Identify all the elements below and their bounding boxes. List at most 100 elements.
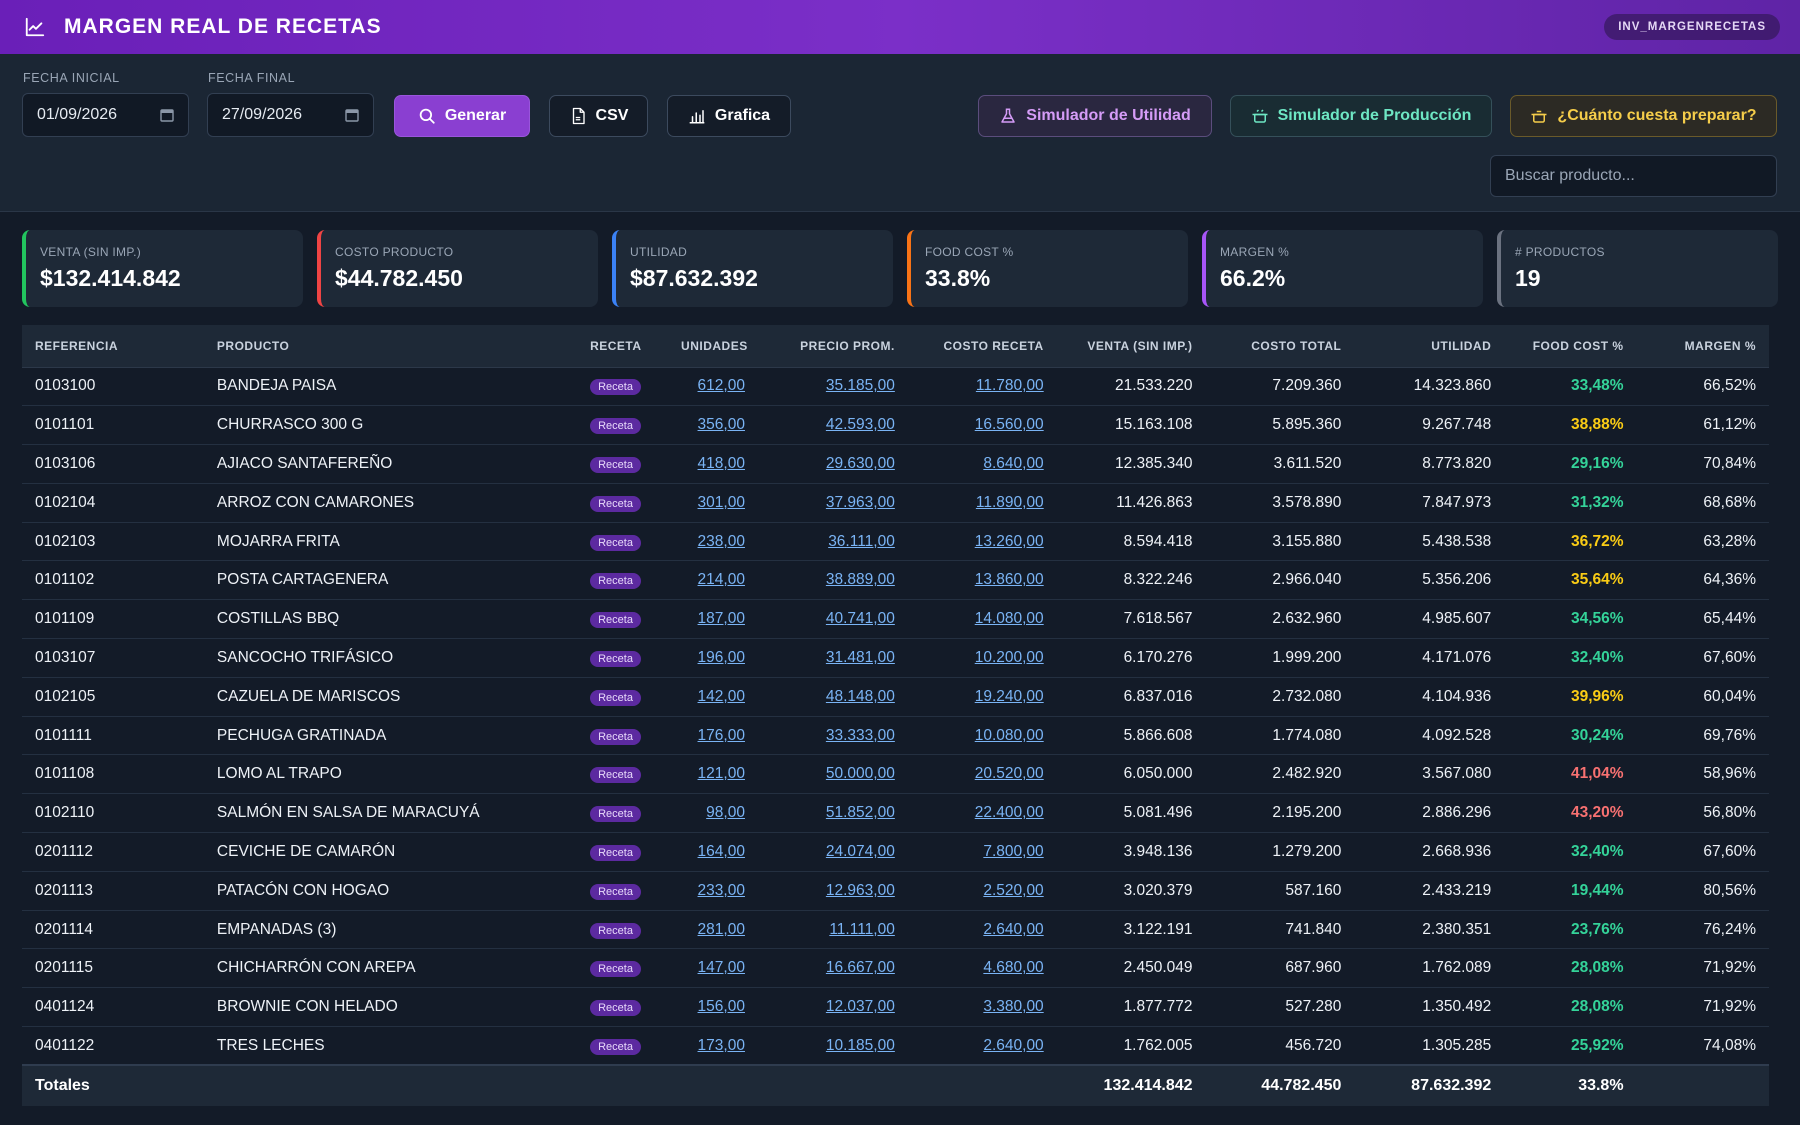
unidades-link[interactable]: 121,00 [698,765,745,782]
costo-receta-link[interactable]: 2.640,00 [983,1037,1043,1054]
costo-receta-link[interactable]: 13.260,00 [975,533,1044,550]
unidades-link[interactable]: 301,00 [698,494,745,511]
col-receta[interactable]: RECETA [577,325,669,368]
precio-link[interactable]: 11.111,00 [829,921,895,938]
costo-receta-link[interactable]: 14.080,00 [975,610,1044,627]
unidades-link[interactable]: 356,00 [698,416,745,433]
costo-receta-link[interactable]: 22.400,00 [975,804,1044,821]
col-referencia[interactable]: REFERENCIA [22,325,204,368]
unidades-link[interactable]: 98,00 [706,804,745,821]
precio-link[interactable]: 48.148,00 [826,688,895,705]
precio-link[interactable]: 29.630,00 [826,455,895,472]
receta-tag[interactable]: Receta [590,573,641,590]
unidades-link[interactable]: 156,00 [698,998,745,1015]
precio-link[interactable]: 36.111,00 [828,533,895,550]
csv-button[interactable]: CSV [549,95,648,137]
col-margen[interactable]: MARGEN % [1636,325,1769,368]
unidades-link[interactable]: 281,00 [698,921,745,938]
table-row[interactable]: 0101109 COSTILLAS BBQ Receta 187,00 40.741,0… [22,599,1769,640]
unidades-link[interactable]: 147,00 [698,959,745,976]
table-row[interactable]: 0103100 BANDEJA PAISA Receta 612,00 35.185,0… [22,367,1769,407]
receta-tag[interactable]: Receta [590,495,641,512]
unidades-link[interactable]: 173,00 [698,1037,745,1054]
precio-link[interactable]: 16.667,00 [826,959,895,976]
col-venta[interactable]: VENTA (SIN IMP.) [1056,325,1206,368]
costo-receta-link[interactable]: 7.800,00 [983,843,1043,860]
receta-tag[interactable]: Receta [590,767,641,784]
col-utilidad[interactable]: UTILIDAD [1354,325,1505,368]
precio-link[interactable]: 50.000,00 [826,765,895,782]
costo-receta-link[interactable]: 11.780,00 [976,377,1044,394]
receta-tag[interactable]: Receta [590,922,641,939]
table-row[interactable]: 0201112 CEVICHE DE CAMARÓN Receta 164,00 24.… [22,832,1769,872]
table-row[interactable]: 0401122 TRES LECHES Receta 173,00 10.185,00 2… [22,1026,1769,1066]
precio-link[interactable]: 51.852,00 [826,804,895,821]
cuanto-cuesta-button[interactable]: ¿Cuánto cuesta preparar? [1510,95,1777,137]
precio-link[interactable]: 38.889,00 [826,571,895,588]
precio-link[interactable]: 24.074,00 [826,843,895,860]
costo-receta-link[interactable]: 10.080,00 [975,727,1044,744]
unidades-link[interactable]: 418,00 [698,455,745,472]
unidades-link[interactable]: 612,00 [698,377,745,394]
receta-tag[interactable]: Receta [590,612,641,629]
table-row[interactable]: 0101102 POSTA CARTAGENERA Receta 214,00 38.8… [22,560,1769,601]
costo-receta-link[interactable]: 2.640,00 [983,921,1043,938]
costo-receta-link[interactable]: 10.200,00 [975,649,1044,666]
table-row[interactable]: 0103106 AJIACO SANTAFEREÑO Receta 418,00 29.… [22,444,1769,484]
receta-tag[interactable]: Receta [590,844,641,861]
table-row[interactable]: 0102104 ARROZ CON CAMARONES Receta 301,00 37… [22,483,1769,523]
unidades-link[interactable]: 164,00 [698,843,745,860]
receta-tag[interactable]: Receta [590,689,641,706]
table-row[interactable]: 0102105 CAZUELA DE MARISCOS Receta 142,00 48… [22,677,1769,717]
chart-button[interactable]: Grafica [667,95,791,137]
precio-link[interactable]: 12.963,00 [826,882,895,899]
generate-button[interactable]: Generar [394,95,530,137]
costo-receta-link[interactable]: 8.640,00 [983,455,1043,472]
calendar-icon[interactable] [345,108,359,122]
table-row[interactable]: 0101108 LOMO AL TRAPO Receta 121,00 50.000,0… [22,754,1769,795]
unidades-link[interactable]: 142,00 [698,688,745,705]
receta-tag[interactable]: Receta [590,961,641,978]
unidades-link[interactable]: 187,00 [698,610,745,627]
start-date-input[interactable]: 01/09/2026 [22,93,189,137]
end-date-input[interactable]: 27/09/2026 [207,93,374,137]
receta-tag[interactable]: Receta [590,728,641,745]
costo-receta-link[interactable]: 4.680,00 [983,959,1043,976]
unidades-link[interactable]: 196,00 [698,649,745,666]
col-producto[interactable]: PRODUCTO [203,325,578,368]
precio-link[interactable]: 33.333,00 [826,727,895,744]
table-row[interactable]: 0201115 CHICHARRÓN CON AREPA Receta 147,00 1… [22,948,1769,989]
receta-tag[interactable]: Receta [590,379,641,396]
table-row[interactable]: 0101111 PECHUGA GRATINADA Receta 176,00 33.3… [22,716,1769,756]
precio-link[interactable]: 12.037,00 [826,998,895,1015]
costo-receta-link[interactable]: 20.520,00 [975,765,1044,782]
costo-receta-link[interactable]: 13.860,00 [975,571,1044,588]
costo-receta-link[interactable]: 19.240,00 [975,688,1044,705]
receta-tag[interactable]: Receta [590,883,641,900]
receta-tag[interactable]: Receta [590,418,641,435]
table-row[interactable]: 0201114 EMPANADAS (3) Receta 281,00 11.111,0… [22,910,1769,950]
col-costo-total[interactable]: COSTO TOTAL [1205,325,1355,368]
simulador-produccion-button[interactable]: Simulador de Producción [1230,95,1492,137]
receta-tag[interactable]: Receta [590,650,641,667]
costo-receta-link[interactable]: 16.560,00 [975,416,1044,433]
table-row[interactable]: 0102110 SALMÓN EN SALSA DE MARACUYÁ Receta… [22,793,1769,834]
col-food-cost[interactable]: FOOD COST % [1504,325,1637,368]
precio-link[interactable]: 37.963,00 [826,494,895,511]
table-row[interactable]: 0102103 MOJARRA FRITA Receta 238,00 36.111,0… [22,522,1769,562]
precio-link[interactable]: 40.741,00 [826,610,895,627]
unidades-link[interactable]: 233,00 [698,882,745,899]
col-unidades[interactable]: UNIDADES [668,325,758,368]
receta-tag[interactable]: Receta [590,806,641,823]
unidades-link[interactable]: 176,00 [698,727,745,744]
col-costo-receta[interactable]: COSTO RECETA [907,325,1057,368]
costo-receta-link[interactable]: 11.890,00 [976,494,1044,511]
precio-link[interactable]: 42.593,00 [826,416,895,433]
receta-tag[interactable]: Receta [590,534,641,551]
receta-tag[interactable]: Receta [590,1038,641,1055]
receta-tag[interactable]: Receta [590,1000,641,1017]
calendar-icon[interactable] [160,108,174,122]
table-row[interactable]: 0101101 CHURRASCO 300 G Receta 356,00 42.593… [22,405,1769,446]
table-row[interactable]: 0401124 BROWNIE CON HELADO Receta 156,00 12.… [22,987,1769,1028]
simulador-utilidad-button[interactable]: Simulador de Utilidad [978,95,1212,137]
